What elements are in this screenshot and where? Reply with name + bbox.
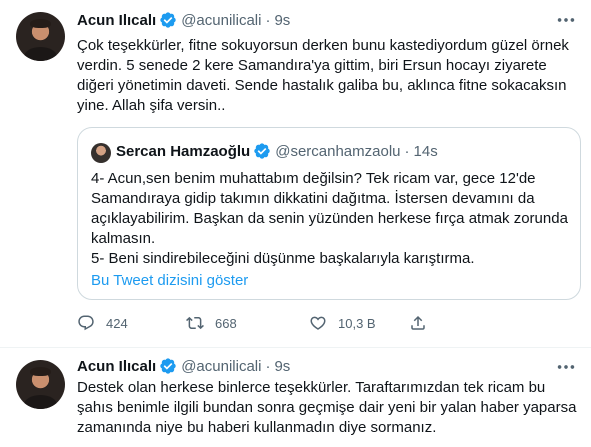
verified-badge-icon — [160, 12, 176, 28]
quoted-author-handle[interactable]: @sercanhamzaolu — [275, 143, 400, 160]
separator-dot: · — [265, 11, 271, 29]
more-icon[interactable] — [555, 9, 577, 31]
tweet-text: Çok teşekkürler, fitne sokuyorsun derken… — [77, 37, 569, 114]
author-name[interactable]: Acun Ilıcalı — [77, 12, 156, 29]
retweet-icon — [186, 316, 204, 330]
separator-dot: · — [265, 357, 271, 375]
verified-badge-icon — [254, 143, 270, 159]
separator-dot: · — [404, 142, 410, 160]
reply-icon — [78, 315, 94, 331]
tweet-header: Acun Ilıcalı @acunilicali · 9s — [77, 11, 290, 29]
retweet-button[interactable]: 668 — [186, 314, 237, 332]
quoted-tweet-text: 4- Acun,sen benim muhattabım değilsin? T… — [91, 170, 568, 267]
quoted-header: Sercan Hamzaoğlu @sercanhamzaolu · 14s — [116, 142, 438, 160]
tweet-header: Acun Ilıcalı @acunilicali · 9s — [77, 357, 290, 375]
tweet-time[interactable]: 9s — [274, 358, 290, 375]
avatar[interactable] — [16, 360, 65, 409]
share-icon — [411, 315, 425, 330]
more-icon[interactable] — [555, 356, 577, 378]
reply-button[interactable]: 424 — [77, 314, 128, 332]
reply-count: 424 — [106, 315, 128, 331]
like-icon — [310, 316, 326, 330]
quoted-tweet-time[interactable]: 14s — [414, 143, 438, 160]
tweet-text: Destek olan herkese binlerce teşekkürler… — [77, 379, 577, 436]
like-button[interactable]: 10,3 B — [309, 314, 376, 332]
avatar[interactable] — [16, 12, 65, 61]
tweet-1[interactable]: Acun Ilıcalı @acunilicali · 9s Çok teşek… — [0, 0, 591, 347]
show-thread-link[interactable]: Bu Tweet dizisini göster — [91, 272, 248, 289]
quoted-tweet[interactable]: Sercan Hamzaoğlu @sercanhamzaolu · 14s 4… — [77, 127, 581, 300]
tweet-actions: 424 668 10,3 B — [77, 314, 527, 334]
tweet-2[interactable]: Acun Ilıcalı @acunilicali · 9s Destek ol… — [0, 348, 591, 447]
author-name[interactable]: Acun Ilıcalı — [77, 358, 156, 375]
like-count: 10,3 B — [338, 315, 376, 331]
author-handle[interactable]: @acunilicali — [181, 358, 261, 375]
retweet-count: 668 — [215, 315, 237, 331]
share-button[interactable] — [409, 314, 427, 332]
tweet-time[interactable]: 9s — [274, 12, 290, 29]
verified-badge-icon — [160, 358, 176, 374]
quoted-author-name[interactable]: Sercan Hamzaoğlu — [116, 143, 250, 160]
author-handle[interactable]: @acunilicali — [181, 12, 261, 29]
quoted-avatar[interactable] — [91, 143, 111, 163]
